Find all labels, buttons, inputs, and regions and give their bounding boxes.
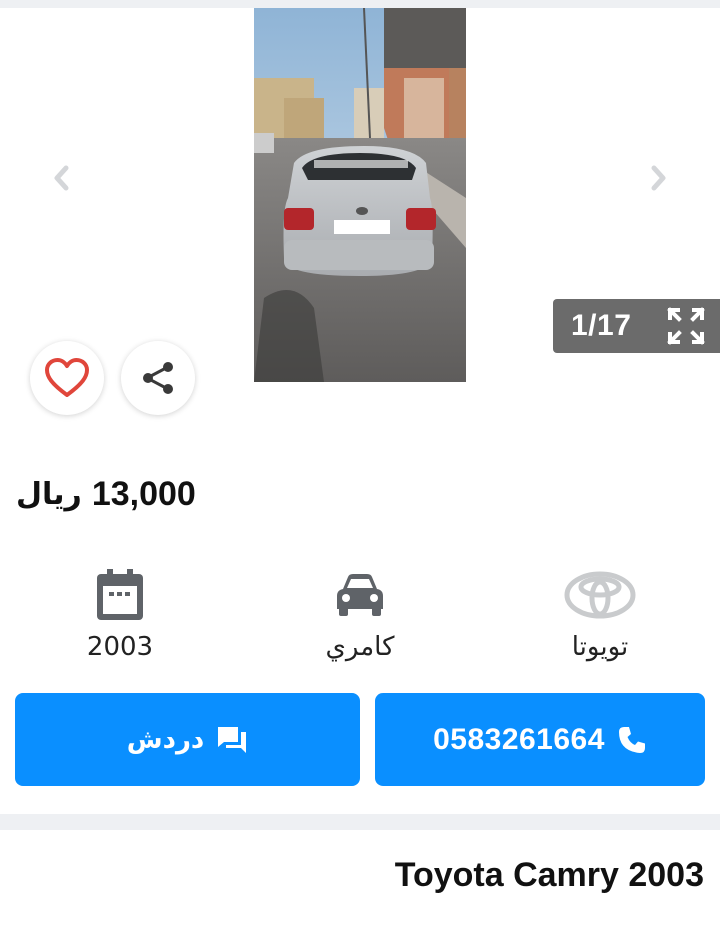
car-icon [337,574,383,616]
phone-number: 0583261664 [433,722,605,756]
chat-button[interactable]: دردش [15,693,360,786]
spec-year: 2003 [40,566,200,662]
share-icon [143,362,173,394]
image-counter-fullscreen[interactable]: 1/17 [553,299,720,353]
fullscreen-icon[interactable] [666,306,706,346]
spec-model: كامري [280,566,440,662]
price-currency: ريال [16,476,82,512]
chevron-left-icon [54,165,69,191]
price: 13,000 ريال [16,470,196,518]
car-photo[interactable] [254,8,466,382]
price-value: 13,000 [91,474,196,513]
image-counter: 1/17 [571,309,632,342]
chat-button-label: دردش [126,724,205,755]
top-divider [0,0,720,8]
favorite-button[interactable] [30,341,104,415]
spec-make-value: تويوتا [571,632,629,662]
chat-icon [218,726,247,753]
chevron-right-icon [651,165,666,191]
listing-title: Toyota Camry 2003 [394,856,704,894]
toyota-logo-icon [564,571,636,619]
spec-make: تويوتا [520,566,680,662]
previous-image-button[interactable] [42,158,82,198]
phone-icon [618,726,645,753]
next-image-button[interactable] [638,158,678,198]
calendar-icon [97,569,143,620]
spec-model-value: كامري [325,632,395,662]
heart-icon [45,358,89,397]
spec-year-value: 2003 [86,632,154,662]
share-button[interactable] [121,341,195,415]
section-divider [0,814,720,830]
call-button[interactable]: 0583261664 [375,693,705,786]
image-gallery[interactable]: 1/17 [0,8,720,388]
